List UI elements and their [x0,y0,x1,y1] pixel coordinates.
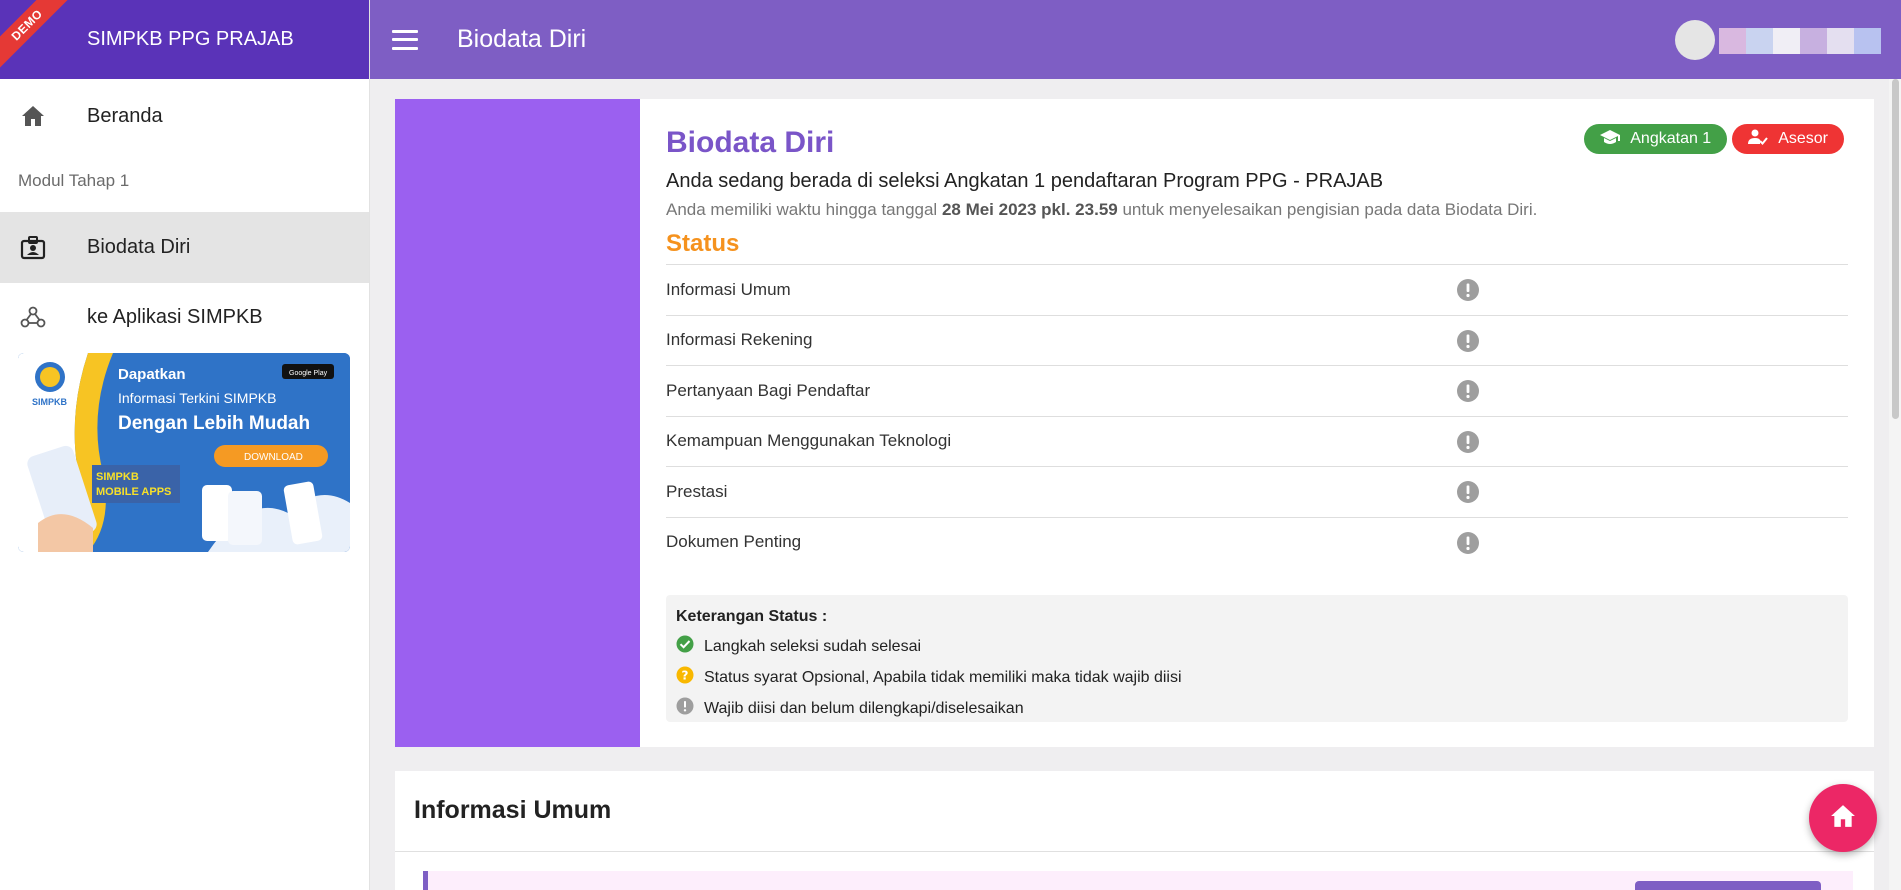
brand-title: SIMPKB PPG PRAJAB [87,28,294,50]
promo-apps-label-1: SIMPKB [96,471,139,483]
status-row-informasi-umum[interactable]: Informasi Umum [666,264,1848,315]
divider [395,851,1874,852]
deadline-note: Anda memiliki waktu hingga tanggal 28 Me… [666,200,1537,220]
page-scrollbar[interactable] [1889,79,1901,890]
user-check-icon [1748,129,1768,150]
angkatan-badge[interactable]: Angkatan 1 [1584,124,1728,154]
status-row-label: Pertanyaan Bagi Pendaftar [666,380,871,400]
legend-label: Langkah seleksi sudah selesai [704,637,922,655]
google-play-badge: Google Play [289,370,328,377]
brand-header: DEMO SIMPKB PPG PRAJAB [0,0,369,79]
biodata-title: Biodata Diri [666,126,835,159]
legend-item-complete: Langkah seleksi sudah selesai [676,635,1838,658]
sidebar-section-label: Modul Tahap 1 [18,171,130,190]
status-heading: Status [666,230,740,257]
sidebar-item-aplikasi-simpkb[interactable]: ke Aplikasi SIMPKB [0,283,369,351]
status-list: Informasi Umum Informasi Rekening Pertan… [666,264,1848,567]
asesor-badge[interactable]: Asesor [1732,124,1844,154]
legend-label: Wajib diisi dan belum dilengkapi/diseles… [704,699,1024,717]
badge-group: Angkatan 1 Asesor [1584,124,1844,154]
home-icon [1830,804,1856,833]
status-row-label: Prestasi [666,481,728,501]
id-badge-icon [18,233,48,263]
status-row-label: Kemampuan Menggunakan Teknologi [666,431,952,451]
asesor-badge-label: Asesor [1778,130,1828,147]
user-name-redacted[interactable] [1719,28,1881,54]
svg-text:?: ? [682,669,689,683]
sidebar: DEMO SIMPKB PPG PRAJAB Beranda Modul Tah… [0,0,370,890]
simpkb-logo-text: SIMPKB [32,397,68,407]
exclamation-circle-icon [1456,531,1480,560]
sidebar-item-biodata-diri[interactable]: Biodata Diri [0,212,369,283]
sidebar-item-label: Biodata Diri [87,236,191,258]
promo-line1: Informasi Terkini SIMPKB [118,390,276,406]
exclamation-circle-icon [1456,329,1480,358]
angkatan-badge-label: Angkatan 1 [1630,130,1712,147]
status-row-informasi-rekening[interactable]: Informasi Rekening [666,314,1848,366]
home-icon [18,101,48,131]
sidebar-item-label: Beranda [87,104,163,127]
status-legend: Keterangan Status : Langkah seleksi suda… [666,595,1848,722]
home-fab-button[interactable] [1809,784,1877,852]
status-row-label: Informasi Rekening [666,330,813,350]
status-row-kemampuan-teknologi[interactable]: Kemampuan Menggunakan Teknologi [666,415,1848,467]
sidebar-item-label: ke Aplikasi SIMPKB [87,305,263,328]
deadline-date: 28 Mei 2023 pkl. 23.59 [941,200,1118,219]
question-circle-icon: ? [676,666,694,689]
promo-headline: Dapatkan [118,366,186,383]
status-row-prestasi[interactable]: Prestasi [666,466,1848,517]
legend-label: Status syarat Opsional, Apabila tidak me… [704,668,1182,686]
webhook-icon [18,302,48,332]
deadline-note-prefix: Anda memiliki waktu hingga tanggal [666,200,942,219]
menu-icon[interactable] [392,29,418,50]
legend-title: Keterangan Status : [676,608,828,625]
alert-action-button[interactable] [1635,881,1821,890]
deadline-note-suffix: untuk menyelesaikan pengisian pada data … [1117,200,1538,219]
exclamation-circle-icon [1456,379,1480,408]
mobile-app-promo-banner[interactable]: SIMPKB Google Play Dapatkan Informasi Te… [18,353,350,552]
informasi-umum-card: Informasi Umum [395,771,1874,890]
scrollbar-thumb[interactable] [1892,79,1899,419]
top-app-bar: Biodata Diri [370,0,1901,79]
status-row-label: Dokumen Penting [666,532,802,552]
exclamation-circle-icon [1456,430,1480,459]
promo-apps-label-2: MOBILE APPS [96,486,171,498]
biodata-card: Biodata Diri Angkatan 1 Asesor Anda seda… [395,99,1874,747]
status-row-label: Informasi Umum [666,279,791,299]
exclamation-circle-icon [676,697,694,720]
exclamation-circle-icon [1456,278,1480,307]
promo-download-button: DOWNLOAD [244,452,303,463]
graduation-cap-icon [1600,129,1621,150]
legend-item-required: Wajib diisi dan belum dilengkapi/diseles… [676,697,1838,720]
card-accent-panel [395,99,640,747]
exclamation-circle-icon [1456,480,1480,509]
informasi-umum-title: Informasi Umum [414,796,612,824]
sidebar-item-beranda[interactable]: Beranda [0,82,369,150]
demo-ribbon: DEMO [0,0,74,72]
status-row-pertanyaan[interactable]: Pertanyaan Bagi Pendaftar [666,365,1848,416]
page-title: Biodata Diri [457,25,587,53]
check-circle-icon [676,635,694,658]
promo-line2: Dengan Lebih Mudah [118,413,310,434]
selection-subtitle: Anda sedang berada di seleksi Angkatan 1… [666,170,1384,192]
status-row-dokumen-penting[interactable]: Dokumen Penting [666,516,1848,568]
legend-item-optional: ? Status syarat Opsional, Apabila tidak … [676,666,1838,689]
avatar[interactable] [1675,20,1715,60]
